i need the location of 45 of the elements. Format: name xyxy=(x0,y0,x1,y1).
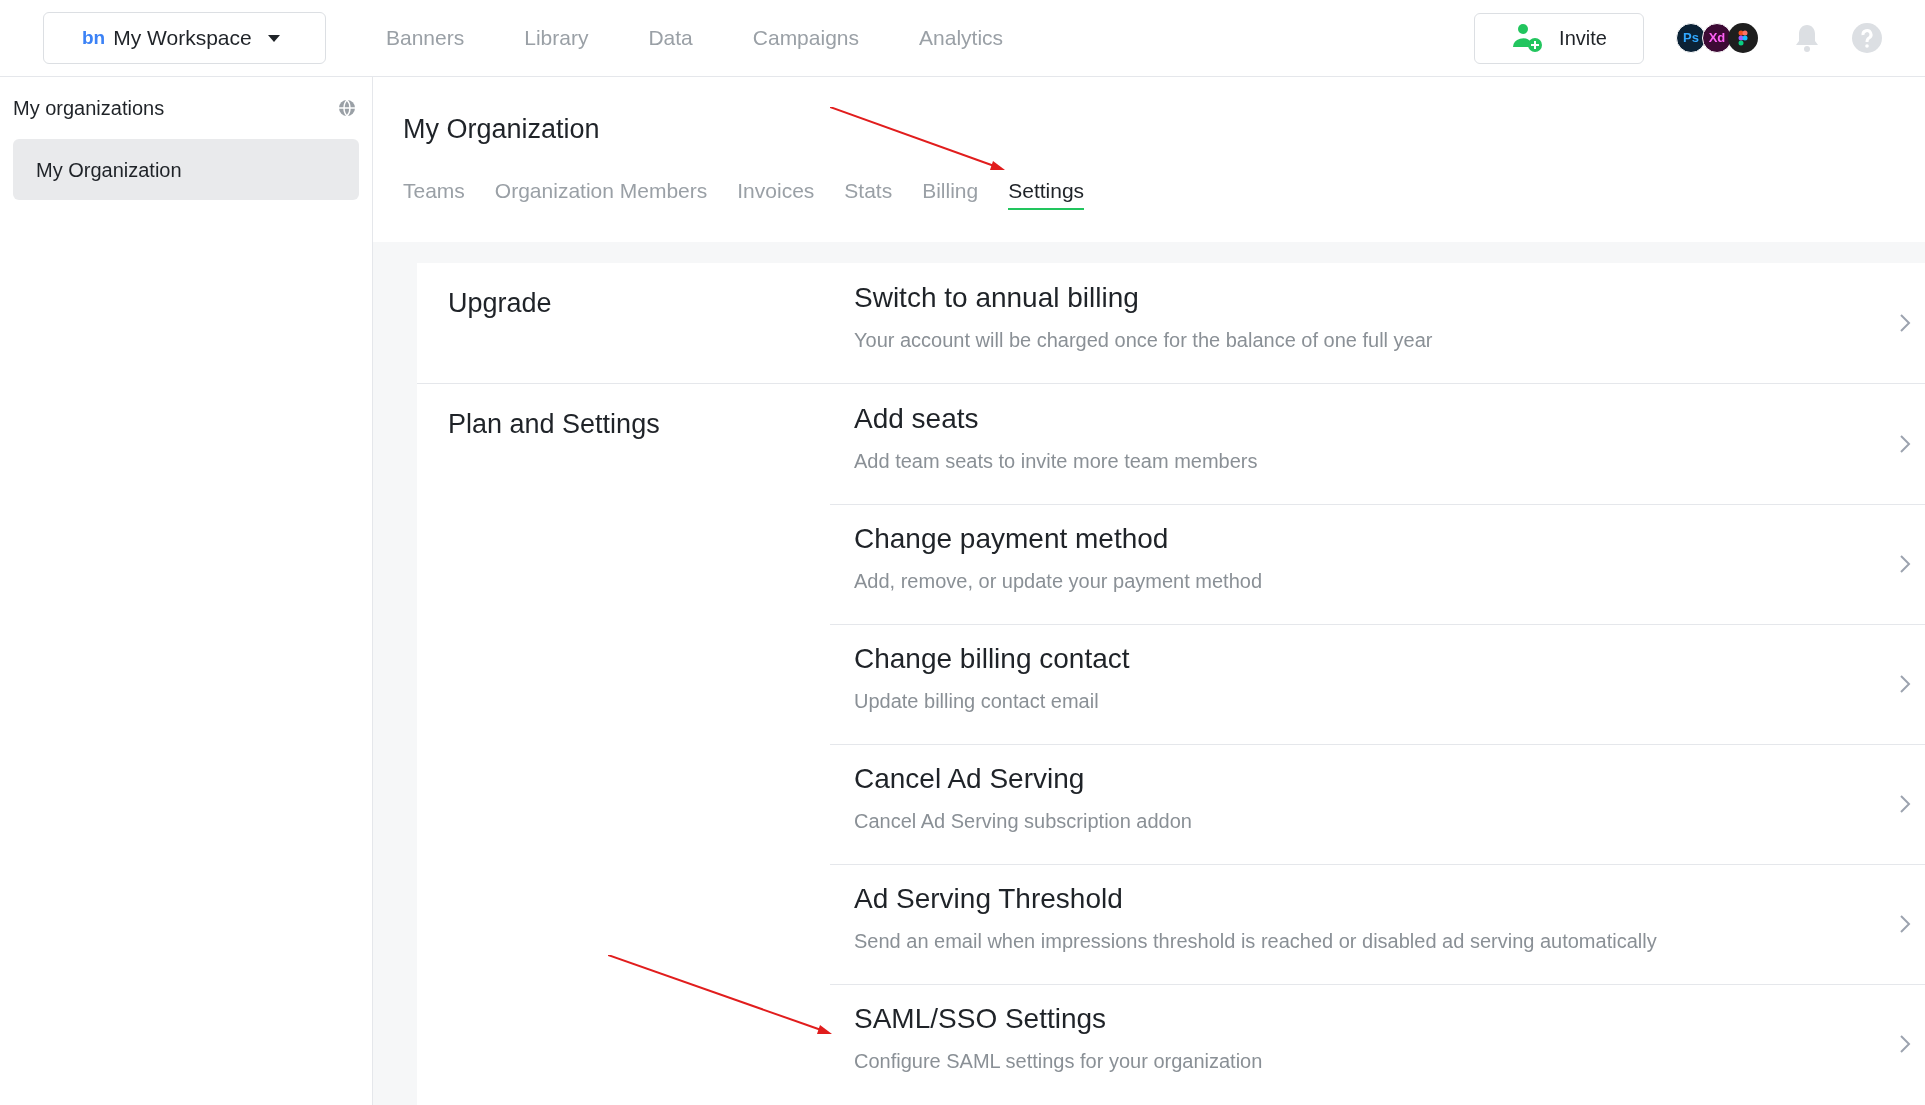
tab[interactable]: Settings xyxy=(1008,173,1085,210)
settings-row[interactable]: Add seats Add team seats to invite more team members xyxy=(830,383,1925,504)
settings-row[interactable]: Change payment method Add, remove, or update your payment method xyxy=(830,503,1925,624)
section-title: Upgrade xyxy=(448,287,552,318)
chevron-right-icon xyxy=(1899,674,1911,694)
setting-description: Add, remove, or update your payment method xyxy=(854,569,1263,594)
logo: bn xyxy=(82,25,106,50)
setting-title: Add seats xyxy=(854,401,980,436)
app-avatar: Xd xyxy=(1702,23,1732,53)
app-avatar: Ps xyxy=(1676,23,1706,53)
settings-row[interactable]: Switch to annual billing Your account will be charged once for the balance of one full year xyxy=(830,262,1925,383)
globe-icon[interactable] xyxy=(338,99,356,117)
chevron-right-icon xyxy=(1899,433,1911,454)
caret-icon xyxy=(267,34,280,42)
setting-description: Cancel Ad Serving subscription addon xyxy=(854,809,1193,834)
setting-title: Change payment method xyxy=(854,522,1170,556)
help-icon[interactable] xyxy=(1852,23,1882,53)
setting-description: Add team seats to invite more team members xyxy=(854,448,1259,474)
chevron-right-icon xyxy=(1899,914,1911,934)
setting-description: Send an email when impressions threshold is reached or disabled ad serving automatically xyxy=(854,929,1658,954)
setting-title: Ad Serving Threshold xyxy=(854,882,1124,916)
figma-logo-icon xyxy=(1728,23,1758,53)
page-title: My Organization xyxy=(403,113,600,146)
organization-item[interactable]: My Organization xyxy=(13,139,359,200)
section-title: Plan and Settings xyxy=(448,408,660,439)
setting-title: SAML/SSO Settings xyxy=(854,1002,1108,1036)
settings-row[interactable]: Ad Serving Threshold Send an email when impressions threshold is reached or disabled ad serving automatically xyxy=(830,863,1925,984)
settings-row[interactable]: Cancel Ad Serving Cancel Ad Serving subscription addon xyxy=(830,743,1925,864)
invite-button[interactable]: Invite xyxy=(1474,12,1644,64)
chevron-right-icon xyxy=(1899,794,1911,814)
add-user-icon xyxy=(1511,23,1544,53)
setting-title: Cancel Ad Serving xyxy=(854,762,1086,796)
setting-description: Update billing contact email xyxy=(854,689,1100,714)
setting-title: Change billing contact xyxy=(854,642,1131,676)
sidebar-title: My organizations xyxy=(13,96,165,121)
chevron-right-icon xyxy=(1899,312,1911,333)
chevron-right-icon xyxy=(1899,554,1911,574)
bell-icon[interactable] xyxy=(1794,23,1820,53)
setting-description: Configure SAML settings for your organization xyxy=(854,1049,1264,1074)
workspace-dropdown[interactable]: bn My Workspace xyxy=(43,12,326,64)
settings-row[interactable]: Change billing contact Update billing contact email xyxy=(830,623,1925,744)
chevron-right-icon xyxy=(1899,1034,1911,1054)
setting-title: Switch to annual billing xyxy=(854,280,1140,315)
setting-description: Your account will be charged once for the balance of one full year xyxy=(854,327,1434,353)
settings-row[interactable]: SAML/SSO Settings Configure SAML settings for your organization xyxy=(830,983,1925,1104)
